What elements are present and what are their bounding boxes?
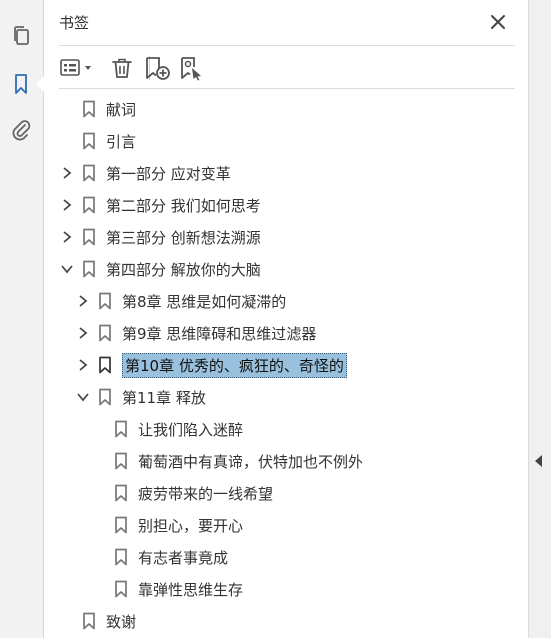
bookmark-label: 第四部分 解放你的大脑 [106, 260, 261, 279]
bookmark-icon [82, 196, 96, 214]
bookmark-row[interactable]: 第11章 释放 [76, 383, 206, 411]
bookmark-row[interactable]: 献词 [60, 95, 136, 123]
chevron-down-icon[interactable] [60, 262, 74, 276]
bookmark-label: 第8章 思维是如何凝滞的 [122, 292, 287, 311]
bookmark-label: 第9章 思维障碍和思维过滤器 [122, 324, 317, 343]
panel-header: 书签 [44, 0, 528, 46]
chevron-down-icon[interactable] [76, 390, 90, 404]
bookmark-row[interactable]: 有志者事竟成 [92, 543, 228, 571]
active-tab-pointer [36, 76, 44, 92]
bookmark-row[interactable]: 第三部分 创新想法溯源 [60, 223, 261, 251]
bookmark-row[interactable]: 第8章 思维是如何凝滞的 [76, 287, 286, 315]
bookmarks-panel: 书签 献词 引言 第一部分 应对变革 第二部分 我们如何思考 第三部分 创新想法… [44, 0, 528, 638]
bookmark-row[interactable]: 引言 [60, 127, 136, 155]
bookmark-row[interactable]: 第一部分 应对变革 [60, 159, 231, 187]
bookmark-label: 第三部分 创新想法溯源 [106, 228, 261, 247]
bookmark-icon [82, 164, 96, 182]
delete-icon[interactable] [109, 55, 135, 81]
bookmark-label: 第二部分 我们如何思考 [106, 196, 261, 215]
bookmark-row[interactable]: 第四部分 解放你的大脑 [60, 255, 261, 283]
bookmark-icon [82, 228, 96, 246]
chevron-right-icon[interactable] [76, 326, 90, 340]
bookmark-icon[interactable] [7, 70, 35, 98]
bookmark-icon [82, 100, 96, 118]
bookmark-label: 引言 [106, 132, 137, 151]
bookmark-label: 致谢 [106, 612, 137, 631]
panel-title: 书签 [59, 14, 90, 32]
bookmark-row[interactable]: 葡萄酒中有真谛，伏特加也不例外 [92, 447, 363, 475]
bookmarks-toolbar [59, 50, 515, 86]
chevron-right-icon[interactable] [60, 166, 74, 180]
bookmark-icon [114, 420, 128, 438]
bookmark-label: 第10章 优秀的、疯狂的、奇怪的 [122, 352, 347, 378]
bookmark-icon [114, 516, 128, 534]
bookmark-from-structure-icon[interactable] [176, 55, 206, 81]
chevron-right-icon[interactable] [60, 198, 74, 212]
bookmark-label: 第一部分 应对变革 [106, 164, 231, 183]
bookmark-row[interactable]: 让我们陷入迷醉 [92, 415, 243, 443]
chevron-right-icon[interactable] [76, 294, 90, 308]
bookmark-label: 第11章 释放 [122, 388, 206, 407]
bookmark-row[interactable]: 疲劳带来的一线希望 [92, 479, 273, 507]
bookmark-row[interactable]: 第10章 优秀的、疯狂的、奇怪的 [76, 351, 347, 379]
attachment-icon[interactable] [7, 116, 35, 144]
header-divider [59, 45, 515, 46]
bookmark-label: 葡萄酒中有真谛，伏特加也不例外 [138, 452, 364, 471]
panel-resize-bar[interactable] [528, 0, 551, 638]
bookmark-icon [82, 260, 96, 278]
bookmark-row[interactable]: 第二部分 我们如何思考 [60, 191, 261, 219]
bookmark-icon [82, 612, 96, 630]
bookmark-icon [98, 388, 112, 406]
bookmark-icon [114, 580, 128, 598]
bookmark-label: 疲劳带来的一线希望 [138, 484, 274, 503]
pages-icon[interactable] [7, 22, 35, 50]
toolbar-divider [59, 88, 515, 89]
bookmark-icon [114, 452, 128, 470]
options-menu-icon[interactable] [59, 55, 95, 81]
close-icon[interactable] [488, 12, 508, 32]
new-bookmark-icon[interactable] [142, 55, 172, 81]
bookmark-icon [114, 484, 128, 502]
bookmark-label: 有志者事竟成 [138, 548, 229, 567]
bookmark-row[interactable]: 别担心，要开心 [92, 511, 243, 539]
chevron-right-icon[interactable] [60, 230, 74, 244]
left-navigation-rail [0, 0, 44, 638]
bookmark-icon [82, 132, 96, 150]
bookmark-icon [114, 548, 128, 566]
bookmark-icon [98, 356, 112, 374]
bookmark-label: 献词 [106, 100, 137, 119]
bookmark-row[interactable]: 靠弹性思维生存 [92, 575, 243, 603]
chevron-right-icon[interactable] [76, 358, 90, 372]
bookmark-label: 别担心，要开心 [138, 516, 244, 535]
bookmark-label: 靠弹性思维生存 [138, 580, 244, 599]
bookmark-label: 让我们陷入迷醉 [138, 420, 244, 439]
bookmark-icon [98, 324, 112, 342]
bookmark-icon [98, 292, 112, 310]
collapse-arrow-icon[interactable] [535, 455, 542, 467]
bookmark-row[interactable]: 致谢 [60, 607, 136, 635]
bookmark-row[interactable]: 第9章 思维障碍和思维过滤器 [76, 319, 316, 347]
